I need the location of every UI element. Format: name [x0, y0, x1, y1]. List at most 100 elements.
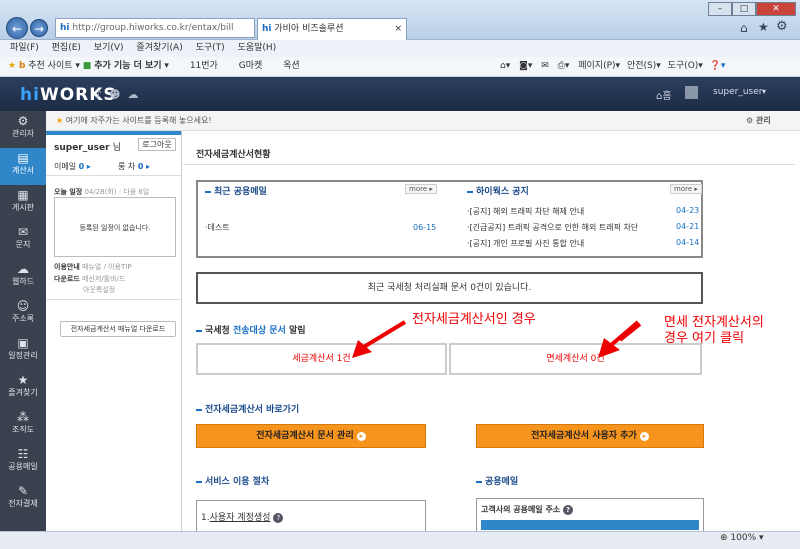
star-icon[interactable]: ★ [758, 20, 769, 34]
help-icon[interactable]: ❓▾ [710, 61, 726, 71]
minimize-button[interactable]: – [708, 2, 732, 16]
user-dropdown-icon[interactable]: ▾ [762, 87, 766, 96]
shortcut-title: 전자세금계산서 바로가기 [196, 402, 299, 415]
notice-date: 04-23 [676, 206, 700, 215]
logout-button[interactable]: 로그아웃 [138, 138, 176, 151]
nav-publicmail[interactable]: ☷ 공용메일 [0, 444, 46, 481]
header-username[interactable]: super_user [713, 87, 762, 97]
pubmail-address-field[interactable] [481, 520, 699, 530]
nav-org[interactable]: ⁂ 조직도 [0, 407, 46, 444]
notice-date: 04-14 [676, 238, 700, 247]
header-icons: ♪☻☁ [95, 88, 146, 101]
fav-11st[interactable]: 11번가 [190, 61, 218, 71]
cmd-tools[interactable]: 도구(O) [668, 61, 699, 71]
address-text: http://group.hiworks.co.kr/entax/bill [72, 23, 234, 33]
menu-edit[interactable]: 편집(E) [52, 43, 81, 53]
favorites-bar: ★ b 추천 사이트 ▾ ■ 추가 기능 더 보기 ▾ 11번가 G마켓 옥션 … [0, 57, 800, 77]
org-icon: ⁂ [17, 410, 29, 424]
fav-addons[interactable]: 추가 기능 더 보기 [94, 61, 161, 71]
people-icon[interactable]: ☻ [109, 88, 127, 101]
fav-dropdown-icon[interactable]: ▾ [73, 61, 83, 71]
nav-approval[interactable]: ✎ 전자결제 [0, 481, 46, 518]
admin-icon: ⚙ [17, 114, 29, 128]
help-icon[interactable]: ? [273, 513, 284, 523]
notice-item[interactable]: ·[공지] 해외 트래픽 차단 해제 안내 [467, 206, 584, 217]
contacts-icon: ☺ [16, 299, 30, 313]
nav-admin[interactable]: ⚙ 관리자 [0, 111, 46, 148]
menu-favorites[interactable]: 즐겨찾기(A) [136, 43, 182, 53]
nav-sms[interactable]: ✉ 문지 [0, 222, 46, 259]
nav-webhard[interactable]: ☁ 웹하드 [0, 259, 46, 296]
zoom-control[interactable]: ⊕ 100% ▾ [720, 533, 764, 543]
user-panel: super_user 님 로그아웃 이메일 0 ▸ 롱 차 0 ▸ 오늘 일정 … [46, 131, 182, 549]
mail-icon[interactable]: ✉ [541, 61, 549, 71]
status-bar [0, 531, 800, 549]
nav-invoice[interactable]: ▤ 계산서 [0, 148, 46, 185]
home-cmd-icon[interactable]: ⌂▾ [500, 61, 510, 71]
user-add-button[interactable]: 전자세금계산서 사용자 추가 ▸ [476, 424, 704, 448]
forward-icon[interactable]: → [30, 19, 48, 37]
nav-bookmarks[interactable]: ★ 즐겨찾기 [0, 370, 46, 407]
left-nav: ⚙ 관리자 ▤ 계산서 ▦ 게시판 ✉ 문지 ☁ 웹하드 ☺ 주소록 ▣ 일정관리 ★ 즐겨찾기… [0, 111, 46, 549]
sms-count-row[interactable]: 롱 차 0 ▸ [118, 161, 150, 172]
fav-suggested[interactable]: 추천 사이트 [28, 61, 72, 71]
favorite-sites-bar: ★ 여기에 자주가는 사이트를 등록해 놓으세요! ⚙ 관리 [46, 111, 800, 131]
bookmark-star-icon: ★ [17, 373, 29, 387]
home-icon[interactable]: ⌂ [740, 21, 748, 35]
back-icon[interactable]: ← [6, 17, 28, 39]
avatar[interactable] [685, 86, 698, 99]
board-icon: ▦ [17, 188, 29, 202]
mail-item[interactable]: ·데스트 [205, 222, 230, 233]
step1-row[interactable]: 1.사용자 계정생성 ? [201, 510, 284, 523]
fav-addons-dropdown-icon[interactable]: ▾ [162, 61, 169, 71]
schedule-box: 등록된 일정이 없습니다. [54, 197, 176, 257]
chat-icon[interactable]: ☁ [128, 88, 146, 101]
favorite-notice: 여기에 자주가는 사이트를 등록해 놓으세요! [65, 116, 212, 125]
arrow-right-icon: ▸ [356, 432, 366, 441]
cmd-safety[interactable]: 안전(S) [627, 61, 656, 71]
feed-icon[interactable]: ◙▾ [519, 61, 532, 71]
arrow-right-icon: ▸ [639, 432, 649, 441]
notice-item[interactable]: ·[긴급공지] 트래픽 공격으로 인한 해외 트래픽 차단 [467, 222, 638, 233]
header-home-icon[interactable]: ⌂홈 [656, 87, 672, 102]
today-schedule: 오늘 일정 04/28(화) : 다음 6일 [54, 188, 150, 196]
pubmail-address-label: 고객사의 공용메일 주소 ? [481, 504, 573, 515]
print-icon[interactable]: ⎙▾ [558, 61, 570, 71]
manual-download-button[interactable]: 전자세금계산서 매뉴얼 다운로드 [60, 321, 176, 337]
close-button[interactable]: ✕ [756, 2, 796, 16]
mail-count-row[interactable]: 이메일 0 ▸ [54, 161, 91, 172]
fav-auction[interactable]: 옥션 [283, 61, 300, 71]
notice-more-button[interactable]: more ▸ [670, 184, 702, 194]
calendar-icon: ▣ [17, 336, 29, 350]
service-title: 서비스 이용 절차 [196, 474, 269, 487]
nav-calendar[interactable]: ▣ 일정관리 [0, 333, 46, 370]
note-star-icon: ★ [56, 116, 64, 125]
nav-board[interactable]: ▦ 게시판 [0, 185, 46, 222]
mail-more-button[interactable]: more ▸ [405, 184, 437, 194]
notice-item[interactable]: ·[공지] 개인 프로필 사진 통합 안내 [467, 238, 584, 249]
outlook-link[interactable]: 아웃룩설정 [83, 285, 115, 295]
menu-tools[interactable]: 도구(T) [196, 43, 225, 53]
menu-view[interactable]: 보기(V) [94, 43, 124, 53]
publicmail-icon: ☷ [17, 447, 29, 461]
nav-contacts[interactable]: ☺ 주소록 [0, 296, 46, 333]
menu-file[interactable]: 파일(F) [10, 43, 39, 53]
tab-icon: hi [262, 24, 272, 34]
tab-close-icon[interactable]: × [394, 19, 402, 39]
help-icon[interactable]: ? [562, 505, 573, 515]
maximize-button[interactable]: □ [732, 2, 756, 16]
address-bar[interactable]: hi http://group.hiworks.co.kr/entax/bill [55, 18, 255, 38]
doc-manage-button[interactable]: 전자세금계산서 문서 관리 ▸ [196, 424, 426, 448]
fav-gmarket[interactable]: G마켓 [239, 61, 263, 71]
suggest-icon: b [18, 61, 26, 71]
bell-icon[interactable]: ♪ [95, 88, 109, 101]
favorites-star-icon[interactable]: ★ [8, 61, 16, 71]
cmd-page[interactable]: 페이지(P) [578, 61, 615, 71]
guide-row: 이용안내 매뉴얼 / 이용TIP [54, 263, 132, 271]
browser-tab[interactable]: hi 가비아 비즈솔루션 × [257, 18, 407, 40]
menu-bar: 파일(F) 편집(E) 보기(V) 즐겨찾기(A) 도구(T) 도움말(H) [0, 40, 800, 57]
gear-icon[interactable]: ⚙ [776, 19, 788, 34]
menu-help[interactable]: 도움말(H) [238, 43, 277, 53]
manage-link[interactable]: ⚙ 관리 [746, 111, 771, 130]
invoice-icon: ▤ [17, 151, 29, 165]
